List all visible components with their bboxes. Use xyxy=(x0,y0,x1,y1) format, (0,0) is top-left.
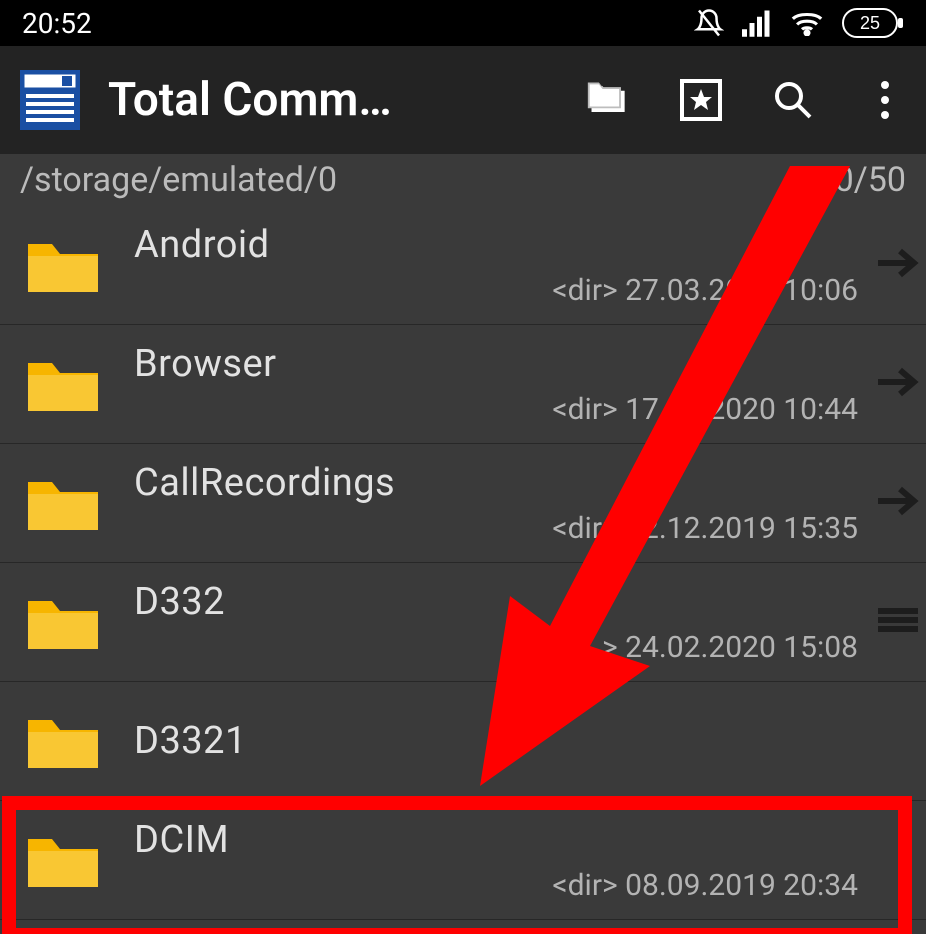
folder-icon xyxy=(24,234,102,296)
arrow-right-icon xyxy=(876,245,920,285)
row-text: D3321 xyxy=(134,719,862,763)
folder-meta: <dir> 17.04.2020 10:44 xyxy=(552,392,858,427)
battery-icon: 25 xyxy=(842,8,904,38)
svg-text:25: 25 xyxy=(860,13,880,33)
folder-name: Android xyxy=(134,223,862,267)
overflow-menu-button[interactable] xyxy=(862,77,908,123)
folder-name: CallRecordings xyxy=(134,461,862,505)
app-bar: Total Comm… xyxy=(0,46,926,154)
row-text: CallRecordings <dir> 22.12.2019 15:35 xyxy=(134,461,862,546)
app-title: Total Comm… xyxy=(108,73,586,127)
folder-row[interactable]: Browser <dir> 17.04.2020 10:44 xyxy=(0,325,926,444)
arrow-right-icon xyxy=(876,483,920,523)
mute-icon xyxy=(694,8,724,38)
folder-row[interactable]: D332 > 24.02.2020 15:08 xyxy=(0,563,926,682)
folder-meta: > 24.02.2020 15:08 xyxy=(602,630,858,665)
row-text: Browser <dir> 17.04.2020 10:44 xyxy=(134,342,862,427)
row-text: Android <dir> 27.03.2020 10:06 xyxy=(134,223,862,308)
menu-icon xyxy=(876,605,920,639)
row-text: DCIM <dir> 08.09.2019 20:34 xyxy=(134,818,862,903)
folder-row[interactable]: CallRecordings <dir> 22.12.2019 15:35 xyxy=(0,444,926,563)
folder-name: Browser xyxy=(134,342,862,386)
status-icons: 25 xyxy=(694,8,904,38)
folder-name: D332 xyxy=(134,580,862,624)
folder-icon xyxy=(24,710,102,772)
status-time: 20:52 xyxy=(22,7,92,40)
arrow-right-icon xyxy=(876,364,920,404)
app-logo-icon xyxy=(18,68,82,132)
wifi-icon xyxy=(790,10,824,36)
folder-row[interactable]: Download<dir> 19.05.2020 17:59 xyxy=(0,920,926,934)
signal-icon xyxy=(742,9,772,37)
folder-row[interactable]: D3321 xyxy=(0,682,926,801)
file-list: Android <dir> 27.03.2020 10:06 Browser <dir… xyxy=(0,206,926,934)
folder-meta: <dir> 27.03.2020 10:06 xyxy=(552,273,858,308)
folder-row[interactable]: DCIM <dir> 08.09.2019 20:34 xyxy=(0,801,926,920)
folder-meta: <dir> 08.09.2019 20:34 xyxy=(552,868,858,903)
folder-icon xyxy=(24,472,102,534)
selection-counter: 0/50 xyxy=(835,160,906,200)
folder-meta: <dir> 22.12.2019 15:35 xyxy=(552,511,858,546)
folder-name: D3321 xyxy=(134,719,862,763)
folders-button[interactable] xyxy=(586,77,632,123)
folder-icon xyxy=(24,591,102,653)
search-button[interactable] xyxy=(770,77,816,123)
folder-icon xyxy=(24,829,102,891)
path-bar[interactable]: /storage/emulated/0 0/50 xyxy=(0,154,926,206)
row-text: D332 > 24.02.2020 15:08 xyxy=(134,580,862,665)
folder-name: DCIM xyxy=(134,818,862,862)
status-bar: 20:52 25 xyxy=(0,0,926,46)
current-path: /storage/emulated/0 xyxy=(20,160,337,200)
folder-row[interactable]: Android <dir> 27.03.2020 10:06 xyxy=(0,206,926,325)
bookmarks-button[interactable] xyxy=(678,77,724,123)
folder-icon xyxy=(24,353,102,415)
